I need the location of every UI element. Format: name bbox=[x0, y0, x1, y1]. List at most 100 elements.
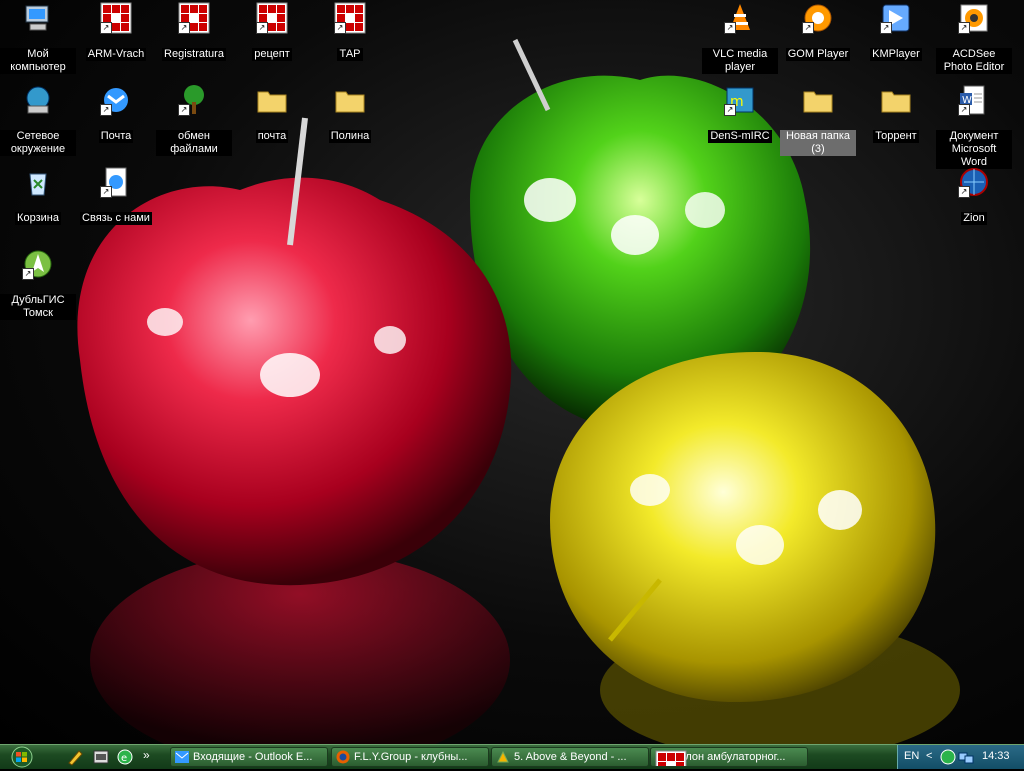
desktop-icon-label: ARM-Vrach bbox=[85, 48, 147, 61]
desktop-icon[interactable]: ↗ ДубльГИС Томск bbox=[0, 248, 76, 320]
folder-icon bbox=[802, 84, 834, 116]
shortcut-arrow-icon: ↗ bbox=[724, 104, 736, 116]
computer-icon bbox=[22, 2, 54, 34]
desktop-icon[interactable]: Торрент bbox=[858, 84, 934, 143]
desktop-icon[interactable]: ↗ ARM-Vrach bbox=[78, 2, 154, 61]
desktop-icon[interactable]: ↗ рецепт bbox=[234, 2, 310, 61]
desktop-icon[interactable]: Новая папка (3) bbox=[780, 84, 856, 156]
firefox-icon bbox=[336, 750, 350, 764]
shortcut-arrow-icon: ↗ bbox=[178, 22, 190, 34]
desktop-icon-label: Полина bbox=[328, 130, 372, 143]
desktop-icon-label: Сетевое окружение bbox=[0, 130, 76, 156]
grid-app-icon bbox=[655, 750, 687, 766]
tray-app-icon[interactable] bbox=[940, 749, 956, 765]
desktop-icon[interactable]: ↗ ТАР bbox=[312, 2, 388, 61]
shortcut-arrow-icon: ↗ bbox=[334, 22, 346, 34]
desktop-icon-label: Документ Microsoft Word bbox=[936, 130, 1012, 169]
shortcut-arrow-icon: ↗ bbox=[958, 186, 970, 198]
desktop-icon[interactable]: ↗ GOM Player bbox=[780, 2, 856, 61]
desktop-icon-label: VLC media player bbox=[702, 48, 778, 74]
desktop-icon-label: DenS-mIRC bbox=[708, 130, 772, 143]
shortcut-arrow-icon: ↗ bbox=[100, 104, 112, 116]
grid-app-icon: ↗ bbox=[334, 2, 366, 34]
desktop-icon-label: Registratura bbox=[162, 48, 226, 61]
desktop-icon-label: ТАР bbox=[337, 48, 363, 61]
desktop-icon[interactable]: Полина bbox=[312, 84, 388, 143]
zion-globe-icon: ↗ bbox=[958, 166, 990, 198]
desktop-icon-label: Zion bbox=[961, 212, 987, 225]
language-indicator[interactable]: EN bbox=[904, 750, 919, 762]
desktop-icon[interactable]: ↗ Registratura bbox=[156, 2, 232, 61]
quick-launch-pencil-icon[interactable] bbox=[66, 748, 84, 766]
desktop-icon[interactable]: Корзина bbox=[0, 166, 76, 225]
shortcut-arrow-icon: ↗ bbox=[22, 268, 34, 280]
shortcut-arrow-icon: ↗ bbox=[880, 22, 892, 34]
quick-launch-show-desktop-icon[interactable] bbox=[92, 748, 110, 766]
shortcut-arrow-icon: ↗ bbox=[178, 104, 190, 116]
network-tray-icon[interactable] bbox=[958, 749, 974, 765]
svg-text:e: e bbox=[121, 753, 127, 764]
network-icon bbox=[22, 84, 54, 116]
desktop-icon[interactable]: ↗ Zion bbox=[936, 166, 1012, 225]
desktop-icon[interactable]: почта bbox=[234, 84, 310, 143]
taskbar-button-label: Талон амбулаторног... bbox=[673, 751, 786, 763]
desktop-icon-label: GOM Player bbox=[785, 48, 851, 61]
desktop-icon-label: ДубльГИС Томск bbox=[0, 294, 76, 320]
taskbar-button-label: Входящие - Outlook E... bbox=[193, 751, 313, 763]
desktop-icon-label: Корзина bbox=[15, 212, 61, 225]
grid-app-icon: ↗ bbox=[256, 2, 288, 34]
clock[interactable]: 14:33 bbox=[982, 750, 1010, 762]
desktop-icon-label: Почта bbox=[98, 130, 134, 143]
desktop-icon[interactable]: ↗ ACDSee Photo Editor bbox=[936, 2, 1012, 74]
start-button[interactable] bbox=[2, 746, 42, 768]
desktop-icon-label: Торрент bbox=[873, 130, 919, 143]
gom-player-icon: ↗ bbox=[802, 2, 834, 34]
shortcut-arrow-icon: ↗ bbox=[802, 22, 814, 34]
folder-icon bbox=[880, 84, 912, 116]
dublgis-icon: ↗ bbox=[22, 248, 54, 280]
windows-logo-icon bbox=[11, 746, 33, 768]
kmplayer-icon: ↗ bbox=[880, 2, 912, 34]
shortcut-arrow-icon: ↗ bbox=[256, 22, 268, 34]
shortcut-arrow-icon: ↗ bbox=[958, 104, 970, 116]
mail-icon: ↗ bbox=[100, 84, 132, 116]
desktop-icon-label: обмен файлами bbox=[156, 130, 232, 156]
taskbar-button[interactable]: Талон амбулаторног... bbox=[650, 747, 808, 767]
tree-icon: ↗ bbox=[178, 84, 210, 116]
desktop-icon-label: Мой компьютер bbox=[0, 48, 76, 74]
folder-icon bbox=[334, 84, 366, 116]
desktop-icon[interactable]: W ↗ Документ Microsoft Word bbox=[936, 84, 1012, 169]
recycle-bin-icon bbox=[22, 166, 54, 198]
grid-app-icon: ↗ bbox=[100, 2, 132, 34]
shortcut-arrow-icon: ↗ bbox=[724, 22, 736, 34]
shortcut-arrow-icon: ↗ bbox=[958, 22, 970, 34]
desktop-icon[interactable]: Сетевое окружение bbox=[0, 84, 76, 156]
taskbar-button-label: F.L.Y.Group - клубны... bbox=[354, 751, 468, 763]
shortcut-arrow-icon: ↗ bbox=[100, 186, 112, 198]
desktop-icon-label: рецепт bbox=[252, 48, 292, 61]
desktop-icon[interactable]: ↗ Почта bbox=[78, 84, 154, 143]
desktop-icon-label: ACDSee Photo Editor bbox=[936, 48, 1012, 74]
grid-app-icon: ↗ bbox=[178, 2, 210, 34]
winamp-icon bbox=[496, 750, 510, 764]
taskbar-button[interactable]: F.L.Y.Group - клубны... bbox=[331, 747, 489, 767]
taskbar-button[interactable]: 5. Above & Beyond - ... bbox=[491, 747, 649, 767]
desktop-icon-label: почта bbox=[255, 130, 289, 143]
desktop-icon[interactable]: ↗ Связь с нами bbox=[78, 166, 154, 225]
desktop-icon[interactable]: ↗ KMPlayer bbox=[858, 2, 934, 61]
quick-launch-chevron[interactable]: » bbox=[143, 748, 150, 762]
desktop-icon-label: Новая папка (3) bbox=[780, 130, 856, 156]
vlc-cone-icon: ↗ bbox=[724, 2, 756, 34]
acdsee-icon: ↗ bbox=[958, 2, 990, 34]
desktop-icon[interactable]: ↗ обмен файлами bbox=[156, 84, 232, 156]
taskbar-button-label: 5. Above & Beyond - ... bbox=[514, 751, 627, 763]
desktop-icon[interactable]: ↗ VLC media player bbox=[702, 2, 778, 74]
desktop-icon[interactable]: m ↗ DenS-mIRC bbox=[702, 84, 778, 143]
quick-launch-app-icon[interactable]: e bbox=[116, 748, 134, 766]
folder-icon bbox=[256, 84, 288, 116]
taskbar-button[interactable]: Входящие - Outlook E... bbox=[170, 747, 328, 767]
shortcut-arrow-icon: ↗ bbox=[100, 22, 112, 34]
tray-expand-arrow[interactable]: < bbox=[926, 750, 932, 762]
outlook-icon bbox=[175, 750, 189, 764]
desktop-icon[interactable]: Мой компьютер bbox=[0, 2, 76, 74]
